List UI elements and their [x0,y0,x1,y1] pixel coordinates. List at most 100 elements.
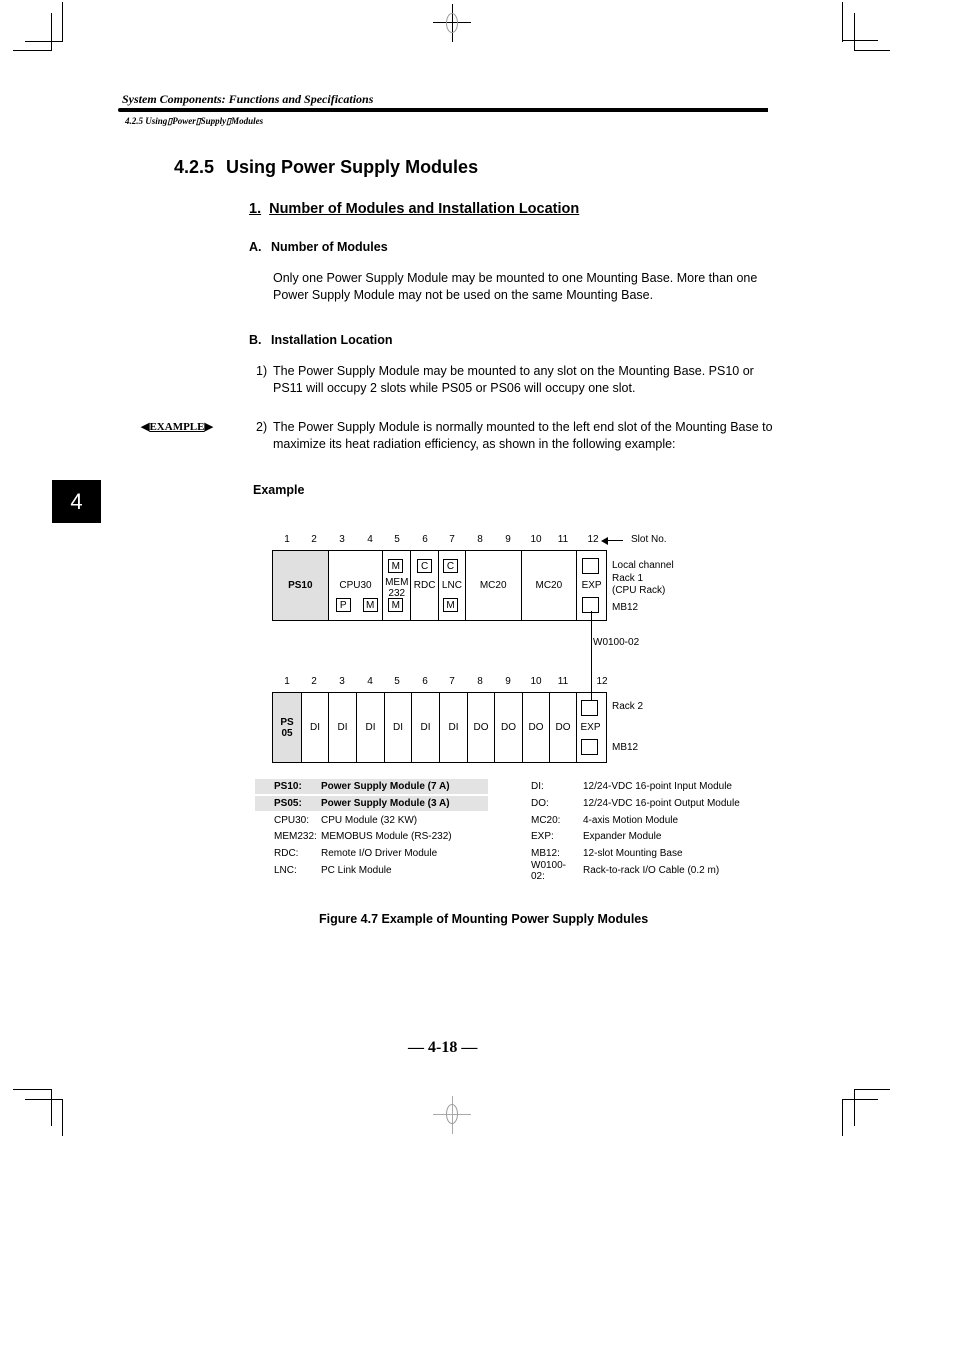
module-di: DI [385,693,412,762]
module-lnc: C LNC M [439,551,466,620]
port-m: M [362,598,378,612]
slot-number: 3 [339,676,345,687]
legend-value: Power Supply Module (7 A) [321,781,450,792]
module-label: DO [555,722,571,733]
label-line: Rack 1 [612,572,644,584]
module-label: DI [420,722,431,733]
module-di: DI [412,693,440,762]
module-mc20: MC20 [466,551,522,620]
module-exp: EXP [577,551,606,620]
legend-value: 4-axis Motion Module [583,815,679,826]
legend-key: DI: [531,781,544,792]
legend-value: Power Supply Module (3 A) [321,798,450,809]
module-di: DI [302,693,329,762]
slot-number: 12 [587,534,599,545]
module-label: MC20 [535,580,563,591]
slot-number: 8 [477,676,483,687]
module-label: RDC [413,580,436,591]
module-label: DI [310,722,320,733]
module-label: MC20 [479,580,507,591]
legend-key: DO: [531,798,549,809]
legend-value: Expander Module [583,831,662,842]
slot-number: 6 [422,676,428,687]
module-label: 232 [388,587,406,599]
module-label: DI [448,722,459,733]
module-di: DI [357,693,385,762]
module-do: DO [523,693,550,762]
legend-key: MC20: [531,815,561,826]
legend-value: 12-slot Mounting Base [583,848,683,859]
rack2-base-label: MB12 [612,742,639,753]
module-di: DI [440,693,468,762]
legend-value: Rack-to-rack I/O Cable (0.2 m) [583,865,720,876]
legend-key: W0100-02: [531,859,567,882]
connector-upper [581,700,598,716]
rack-1: PS10 CPU30 P M M MEM 232 M C RDC C LNC M… [272,550,607,621]
module-label: PS10 [288,580,313,591]
module-label: MEM [385,576,409,588]
port-c: C [443,559,458,573]
slot-number: 4 [367,676,373,687]
slot-number: 5 [394,534,400,545]
legend-key: RDC: [274,848,299,859]
legend-value: PC Link Module [321,865,392,876]
legend-row: CPU30: CPU Module (32 KW) [255,813,488,828]
module-label: DO [473,722,489,733]
legend-value: MEMOBUS Module (RS-232) [321,831,452,842]
slot-number: 4 [367,534,373,545]
rack-2: PS 05 DI DI DI DI DI DI DO DO DO DO EXP [272,692,607,763]
slot-number: 9 [505,534,511,545]
module-ps10: PS10 [273,551,329,620]
legend-key: MEM232: [274,831,317,842]
figure-mounting-diagram: 1 2 3 4 5 6 7 8 9 10 11 12 Slot No. PS10… [0,0,954,1351]
port-m: M [443,598,458,612]
legend-key: PS10: [274,781,302,792]
port-p: P [335,598,351,612]
port-c: C [417,559,433,573]
slot-number: 3 [339,534,345,545]
module-do: DO [550,693,577,762]
legend-key: EXP: [531,831,554,842]
page-number: — 4-18 — [408,1039,478,1056]
slot-number: 9 [505,676,511,687]
slot-number: 11 [557,676,569,687]
slot-number: 5 [394,676,400,687]
legend-value: 12/24-VDC 16-point Input Module [583,781,732,792]
connector-upper [582,558,600,574]
rack2-slot-numbers: 1 2 3 4 5 6 7 8 9 10 11 12 [0,676,954,690]
slot-number: 8 [477,534,483,545]
label-line: (CPU Rack) [612,585,666,596]
rack1-side-label: Local channel Rack 1 (CPU Rack) [612,560,674,598]
module-exp: EXP [577,693,604,762]
module-do: DO [468,693,495,762]
slot-number: 10 [530,676,542,687]
rack2-side-label: Rack 2 [612,701,644,712]
module-label: CPU30 [339,580,372,591]
rack1-slot-numbers: 1 2 3 4 5 6 7 8 9 10 11 12 [0,534,954,548]
module-rdc: C RDC [411,551,439,620]
legend-value: CPU Module (32 KW) [321,815,418,826]
legend-row: RDC: Remote I/O Driver Module [255,846,488,861]
slot-number: 1 [284,676,290,687]
module-cpu30: CPU30 P M [329,551,384,620]
port-m: M [388,598,404,612]
legend-value: 12/24-VDC 16-point Output Module [583,798,740,809]
module-do: DO [495,693,523,762]
slot-number: 10 [530,534,542,545]
rack1-base-label: MB12 [612,602,639,613]
module-label: DO [501,722,516,733]
legend-key: PS05: [274,798,302,809]
legend-key: CPU30: [274,815,310,826]
module-label: EXP [581,580,602,591]
cable-label: W0100-02 [593,637,640,648]
slot-number: 2 [311,534,317,545]
port-m: M [388,559,404,573]
slot-number: 11 [557,534,569,545]
module-ps05: PS 05 [273,693,302,762]
module-label: EXP [580,722,601,733]
slot-number: 7 [449,676,455,687]
slot-number: 6 [422,534,428,545]
legend-row: PS05: Power Supply Module (3 A) [255,796,488,811]
legend-key: LNC: [274,865,297,876]
module-label: DI [393,722,403,733]
